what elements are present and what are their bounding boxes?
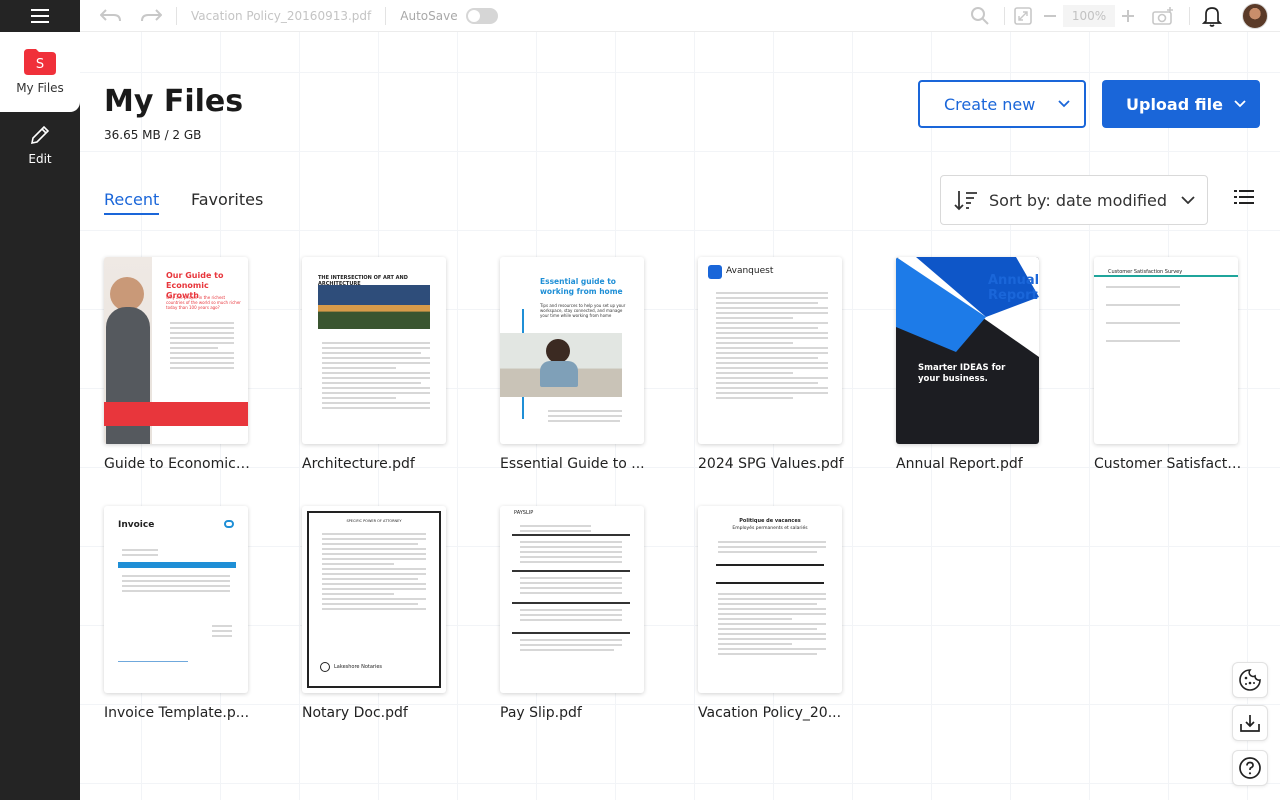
edit-label: Edit [28,152,52,166]
file-thumbnail[interactable]: SPECIFIC POWER OF ATTORNEY Lakeshore Not… [302,506,446,693]
download-icon [1240,715,1260,732]
thumb-title: Essential guide to working from home [540,277,623,296]
my-files-label: My Files [16,81,64,95]
file-thumbnail[interactable]: THE INTERSECTION OF ART AND ARCHITECTURE [302,257,446,444]
file-card[interactable]: Essential guide to working from home Tip… [500,257,680,472]
file-thumbnail[interactable]: Customer Satisfaction Survey [1094,257,1238,444]
search-icon[interactable] [970,6,990,26]
thumb-subtitle: Employés permanents et salariés [732,526,808,531]
file-name: Essential Guide to ... [500,456,645,472]
download-app-button[interactable] [1232,705,1268,741]
thumb-title: Politique de vacances [739,518,801,524]
file-card[interactable]: Our Guide to Economic Growth Why are peo… [104,257,284,472]
cookie-icon [1239,669,1261,691]
file-card[interactable]: Politique de vacances Employés permanent… [698,506,878,721]
storage-usage: 36.65 MB / 2 GB [104,128,202,142]
pencil-icon [30,125,50,145]
file-thumbnail[interactable]: Essential guide to working from home Tip… [500,257,644,444]
thumb-subtitle: Smarter IDEAS for your business. [918,363,1006,384]
create-new-label: Create new [944,94,1036,114]
report-graphic [896,257,1039,357]
thumb-title: SPECIFIC POWER OF ATTORNEY [346,519,402,523]
chevron-down-icon [1058,100,1070,108]
menu-button[interactable] [0,0,80,32]
file-card[interactable]: SPECIFIC POWER OF ATTORNEY Lakeshore Not… [302,506,482,721]
help-icon [1239,757,1261,779]
thumb-subtitle: Tips and resources to help you set up yo… [540,303,626,318]
file-name: Notary Doc.pdf [302,705,408,721]
file-card[interactable]: Invoice Invoice Template.p... [104,506,284,721]
nav-my-files[interactable]: S My Files [0,32,80,112]
file-thumbnail[interactable]: Politique de vacances Employés permanent… [698,506,842,693]
top-toolbar: Vacation Policy_20160913.pdf AutoSave 10… [80,0,1280,32]
list-view-toggle[interactable] [1234,188,1254,210]
zoom-in-icon[interactable] [1121,9,1135,23]
help-button[interactable] [1232,750,1268,786]
thumb-title: Annual Report [988,273,1039,303]
snapshot-icon[interactable] [1151,6,1175,26]
file-name: Vacation Policy_20... [698,705,842,721]
left-rail: S My Files Edit [0,0,80,800]
file-thumbnail[interactable]: PAYSLIP [500,506,644,693]
toolbar-divider [176,6,177,25]
file-name: Guide to Economic ... [104,456,252,472]
toolbar-divider [1189,7,1190,25]
sort-label: Sort by: date modified [989,190,1168,210]
fit-page-icon[interactable] [1013,6,1033,26]
toolbar-divider [385,6,387,25]
undo-icon[interactable] [100,8,122,23]
sort-dropdown[interactable]: Sort by: date modified [940,175,1208,225]
file-card[interactable]: Annual Report Smarter IDEAS for your bus… [896,257,1076,472]
thumb-title: PAYSLIP [514,510,534,516]
cookie-settings-button[interactable] [1232,662,1268,698]
file-card[interactable]: THE INTERSECTION OF ART AND ARCHITECTURE… [302,257,482,472]
file-thumbnail[interactable]: Annual Report Smarter IDEAS for your bus… [896,257,1039,444]
autosave-label: AutoSave [400,8,458,23]
upload-file-button[interactable]: Upload file [1102,80,1260,128]
toolbar-divider [1004,7,1005,25]
file-name: Customer Satisfacti... [1094,456,1242,472]
file-name: Architecture.pdf [302,456,415,472]
zoom-level[interactable]: 100% [1063,5,1115,27]
thumb-title: Customer Satisfaction Survey [1108,269,1183,275]
file-thumbnail[interactable]: Our Guide to Economic Growth Why are peo… [104,257,248,444]
sort-icon [954,191,977,211]
redo-icon[interactable] [140,8,162,23]
upload-file-label: Upload file [1126,94,1223,114]
thumb-subtitle: Why are people in the richest countries … [166,295,241,310]
tab-favorites[interactable]: Favorites [191,190,263,209]
bell-icon[interactable] [1202,5,1222,27]
chevron-down-icon [1181,196,1195,204]
file-name: Annual Report.pdf [896,456,1023,472]
file-thumbnail[interactable]: Invoice [104,506,248,693]
files-app-icon: S [24,49,56,75]
file-name: 2024 SPG Values.pdf [698,456,844,472]
document-name: Vacation Policy_20160913.pdf [191,8,372,23]
file-name: Pay Slip.pdf [500,705,582,721]
thumb-title: Avanquest [726,266,774,276]
tab-recent[interactable]: Recent [104,190,160,215]
zoom-out-icon[interactable] [1043,9,1057,23]
file-card[interactable]: Avanquest 2024 SPG Values.pdf [698,257,878,472]
create-new-button[interactable]: Create new [918,80,1086,128]
svg-text:S: S [36,57,44,72]
file-name: Invoice Template.p... [104,705,250,721]
toolbar-right: 100% [970,0,1268,32]
nav-edit[interactable]: Edit [0,124,80,184]
user-avatar[interactable] [1242,3,1268,29]
thumb-title: Invoice [118,520,155,530]
file-card[interactable]: Customer Satisfaction Survey Customer Sa… [1094,257,1274,472]
thumb-subtitle: Lakeshore Notaries [334,664,383,670]
list-view-icon [1234,190,1254,204]
page-title: My Files [104,84,244,119]
chevron-down-icon [1234,100,1246,108]
file-card[interactable]: PAYSLIP Pay Slip.pdf [500,506,680,721]
hamburger-icon [31,9,49,23]
autosave-toggle[interactable] [465,7,498,24]
file-thumbnail[interactable]: Avanquest [698,257,842,444]
